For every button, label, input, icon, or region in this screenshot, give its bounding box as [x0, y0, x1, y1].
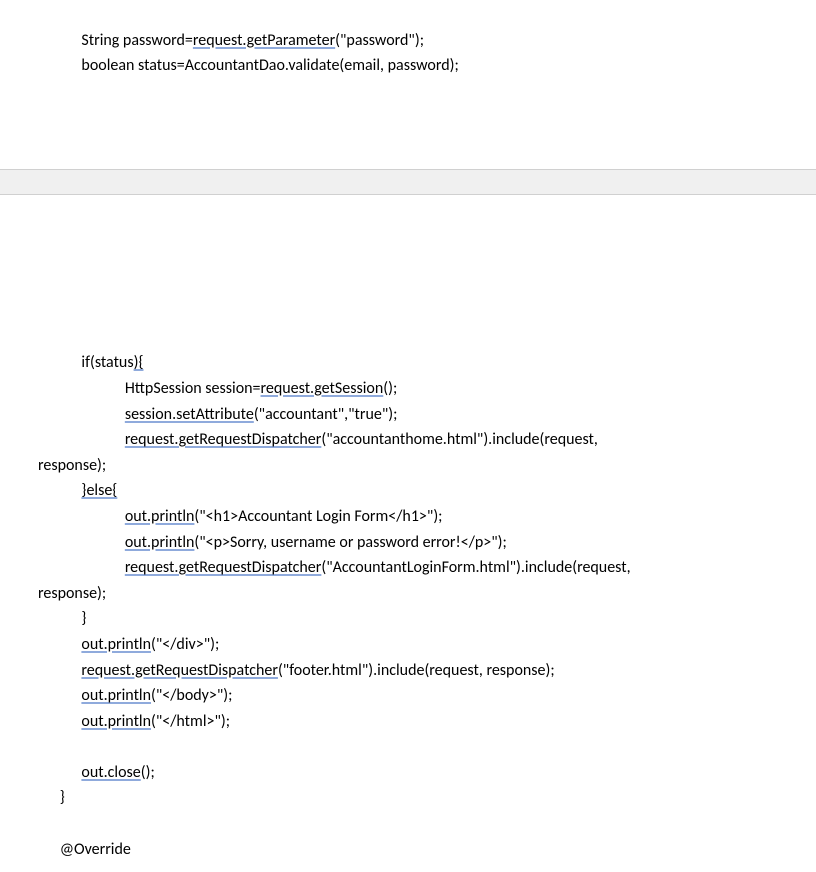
code-line: out.println("</html>"); [38, 712, 230, 731]
code-line: out.close(); [38, 763, 155, 782]
code-block-top: String password=request.getParameter("pa… [0, 0, 816, 169]
code-line: request.getRequestDispatcher("footer.htm… [38, 661, 555, 680]
page-break-gap [0, 169, 816, 195]
code-line [38, 737, 81, 756]
underlined-token: ){ [134, 353, 144, 372]
code-line: } [38, 609, 86, 628]
code-line: @Override [38, 840, 131, 859]
code-line: String password=request.getParameter("pa… [38, 31, 424, 50]
code-block-bottom: if(status){ HttpSession session=request.… [0, 195, 816, 872]
underlined-method: out.println [125, 507, 195, 526]
underlined-method: request.getSession [261, 379, 384, 398]
code-line: out.println("<h1>Accountant Login Form</… [38, 507, 442, 526]
code-line: request.getRequestDispatcher("Accountant… [38, 558, 634, 577]
underlined-method: out.println [125, 533, 195, 552]
code-line: out.println("<p>Sorry, username or passw… [38, 533, 507, 552]
underlined-method: out.println [81, 686, 151, 705]
code-line: session.setAttribute("accountant","true"… [38, 405, 397, 424]
code-line: if(status){ [38, 353, 143, 372]
underlined-method: request.getRequestDispatcher [125, 430, 322, 449]
code-line: request.getRequestDispatcher("accountant… [38, 430, 602, 449]
underlined-method: request.getRequestDispatcher [81, 661, 278, 680]
code-line: }else{ [38, 481, 117, 500]
underlined-method: out.println [81, 712, 151, 731]
underlined-method: session.setAttribute [125, 405, 254, 424]
code-line: out.println("</body>"); [38, 686, 232, 705]
underlined-method: request.getParameter [193, 31, 335, 50]
underlined-token: }else{ [81, 481, 117, 500]
code-line: out.println("</div>"); [38, 635, 219, 654]
code-line: response); [38, 584, 106, 603]
code-line: response); [38, 456, 106, 475]
code-line: HttpSession session=request.getSession()… [38, 379, 397, 398]
code-line [38, 814, 42, 833]
code-line: } [38, 788, 65, 807]
underlined-method: out.println [81, 635, 151, 654]
underlined-method: out.close [81, 763, 140, 782]
code-line: boolean status=AccountantDao.validate(em… [38, 56, 459, 75]
underlined-method: request.getRequestDispatcher [125, 558, 322, 577]
